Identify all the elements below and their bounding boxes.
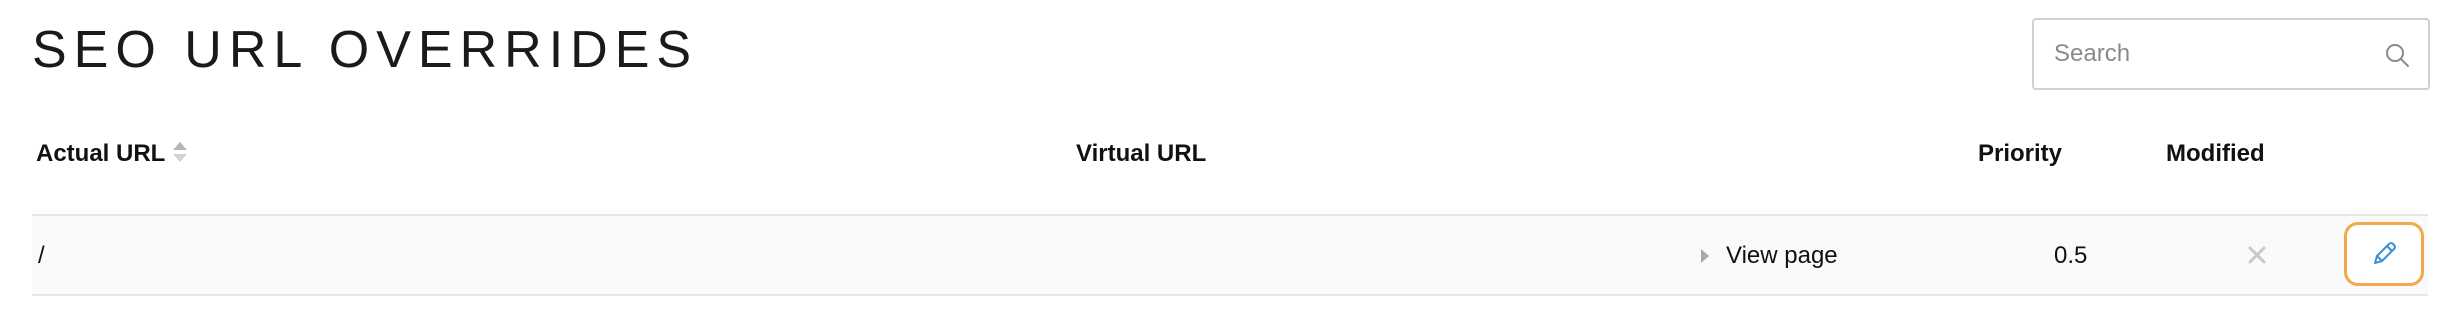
- priority-cell: 0.5: [2054, 242, 2088, 269]
- view-page-label: View page: [1726, 242, 1838, 269]
- search-input[interactable]: [2054, 20, 2374, 88]
- column-header-virtual-url: Virtual URL: [1076, 140, 1207, 167]
- column-header-actual-url[interactable]: Actual URL: [36, 136, 165, 172]
- sort-icon[interactable]: [172, 140, 188, 164]
- actual-url-cell: /: [38, 242, 45, 269]
- column-header-modified: Modified: [2166, 140, 2265, 167]
- delete-icon[interactable]: [2246, 244, 2268, 266]
- page-title: SEO URL OVERRIDES: [32, 21, 699, 79]
- edit-button[interactable]: [2344, 222, 2424, 286]
- edit-icon: [2369, 239, 2399, 269]
- search-icon[interactable]: [2384, 42, 2410, 68]
- seo-url-overrides-page: SEO URL OVERRIDES Actual URL Virtual URL…: [0, 0, 2456, 312]
- caret-right-icon: [1700, 248, 1710, 264]
- view-page-link[interactable]: View page: [1700, 238, 1838, 274]
- column-header-priority: Priority: [1978, 140, 2063, 167]
- search-box[interactable]: [2032, 18, 2430, 90]
